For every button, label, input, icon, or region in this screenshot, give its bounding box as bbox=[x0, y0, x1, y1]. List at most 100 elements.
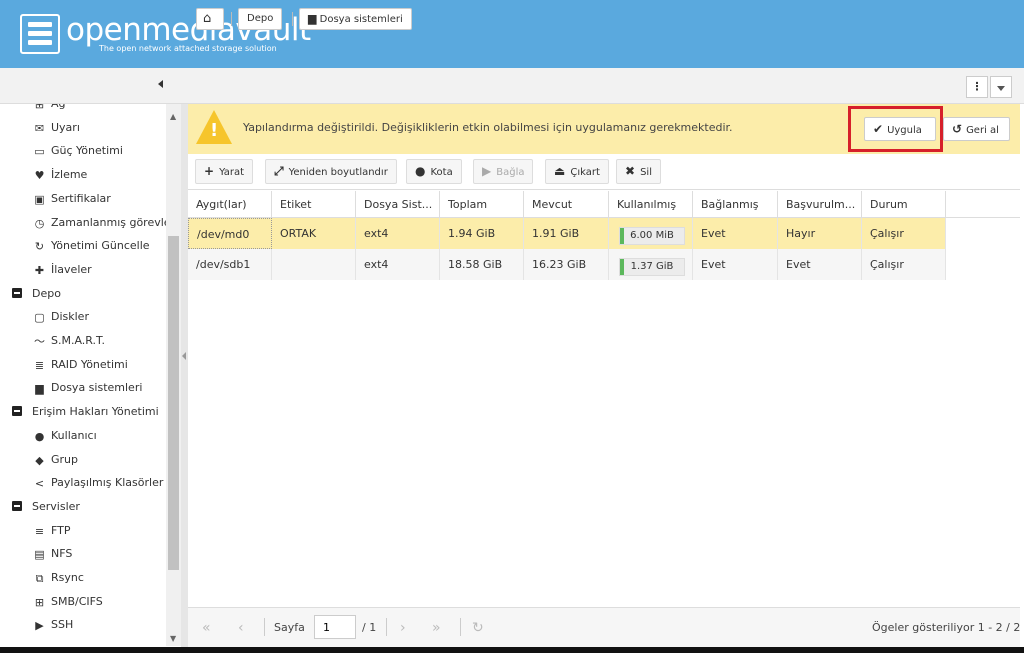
column-header-label[interactable]: Etiket bbox=[272, 191, 356, 218]
sidebar-item-label: Erişim Hakları Yönetimi bbox=[32, 405, 159, 419]
disk-icon: ▢ bbox=[34, 311, 45, 325]
sidebar-item[interactable]: ◆ Grup bbox=[33, 449, 78, 471]
last-page-icon[interactable]: » bbox=[432, 620, 441, 636]
sidebar-item[interactable]: ✚ İlaveler bbox=[33, 259, 92, 281]
minus-square-icon bbox=[12, 406, 22, 417]
page-number-input[interactable] bbox=[314, 615, 356, 639]
previous-page-icon[interactable]: ‹ bbox=[238, 620, 244, 636]
resize-label: Yeniden boyutlandır bbox=[288, 167, 388, 178]
sidebar-item[interactable]: ▆ Dosya sistemleri bbox=[33, 377, 142, 399]
certificate-icon: ▣ bbox=[34, 192, 45, 206]
column-header-total[interactable]: Toplam bbox=[440, 191, 524, 218]
dropdown-menu-button[interactable] bbox=[990, 76, 1012, 98]
splitter-collapse-icon[interactable] bbox=[182, 352, 186, 360]
create-button[interactable]: + Yarat bbox=[195, 159, 254, 184]
battery-icon: ▭ bbox=[34, 145, 45, 159]
times-icon: ✖ bbox=[625, 164, 636, 178]
sidebar-item[interactable]: Erişim Hakları Yönetimi bbox=[12, 401, 159, 423]
quota-button[interactable]: ● Kota bbox=[406, 159, 462, 184]
terminal-icon: ▶ bbox=[35, 619, 44, 633]
column-header-mounted[interactable]: Bağlanmış bbox=[693, 191, 778, 218]
cell-total: 18.58 GiB bbox=[440, 249, 524, 280]
sidebar-item[interactable]: ⊞ SMB/CIFS bbox=[33, 591, 103, 613]
minus-square-icon bbox=[12, 500, 22, 511]
quota-label: Kota bbox=[430, 167, 453, 178]
sidebar-item[interactable]: ● Kullanıcı bbox=[33, 425, 97, 447]
sidebar-item[interactable]: < Paylaşılmış Klasörler bbox=[33, 472, 163, 494]
next-page-icon[interactable]: › bbox=[400, 620, 406, 636]
refresh-icon[interactable]: ↻ bbox=[472, 620, 484, 636]
sidebar-item-label: Zamanlanmış görevler bbox=[51, 215, 168, 229]
database-icon: ≣ bbox=[34, 358, 45, 372]
delete-button[interactable]: ✖ Sil bbox=[616, 159, 661, 184]
usage-bar-fill bbox=[620, 228, 624, 244]
revert-label: Geri al bbox=[966, 125, 999, 136]
server-icon: ▤ bbox=[34, 548, 45, 562]
sidebar-scrollbar-thumb[interactable] bbox=[168, 236, 179, 570]
cell-total: 1.94 GiB bbox=[440, 218, 524, 249]
sidebar-item[interactable]: ⊞ Ağ bbox=[33, 104, 66, 115]
sidebar-item[interactable]: ▶ SSH bbox=[33, 614, 73, 636]
sidebar-item[interactable]: ↻ Yönetimi Güncelle bbox=[33, 235, 150, 257]
collapse-sidebar-icon[interactable] bbox=[158, 80, 163, 88]
logo-icon bbox=[20, 14, 60, 54]
sidebar-item[interactable]: 〜 S.M.A.R.T. bbox=[33, 330, 105, 352]
delete-label: Sil bbox=[640, 167, 652, 178]
sidebar-item[interactable]: ⧉ Rsync bbox=[33, 567, 84, 589]
undo-icon: ↺ bbox=[952, 122, 963, 136]
sidebar-item[interactable]: Servisler bbox=[12, 496, 80, 518]
scroll-down-icon[interactable]: ▼ bbox=[170, 634, 176, 643]
sidebar-item[interactable]: ✉ Uyarı bbox=[33, 117, 80, 139]
sidebar-item-label: FTP bbox=[51, 523, 71, 537]
sidebar-item[interactable]: ≡ FTP bbox=[33, 520, 71, 542]
cell-available: 1.91 GiB bbox=[524, 218, 609, 249]
column-header-referenced[interactable]: Başvurulm... bbox=[778, 191, 862, 218]
sidebar-item-label: Dosya sistemleri bbox=[51, 381, 143, 395]
sidebar-item-label: Paylaşılmış Klasörler bbox=[51, 476, 164, 490]
sidebar-item[interactable]: ◷ Zamanlanmış görevler bbox=[33, 212, 168, 234]
cell-filesystem: ext4 bbox=[356, 249, 440, 280]
sidebar-item[interactable]: ▭ Güç Yönetimi bbox=[33, 140, 123, 162]
navigation-tree: ⊞ Ağ ✉ Uyarı ▭ Güç Yönetimi ♥ İzleme ▣ Sertifikal… bbox=[0, 104, 168, 646]
home-button[interactable]: ⌂ bbox=[196, 8, 224, 30]
column-header-used[interactable]: Kullanılmış bbox=[609, 191, 693, 218]
sidebar-item[interactable]: ≣ RAID Yönetimi bbox=[33, 354, 128, 376]
sidebar-item-label: İzleme bbox=[51, 168, 88, 182]
usage-text: 6.00 MiB bbox=[630, 230, 674, 241]
sidebar-item[interactable]: ▣ Sertifikalar bbox=[33, 188, 111, 210]
mount-button[interactable]: ▶ Bağla bbox=[473, 159, 534, 184]
cell-referenced: Evet bbox=[778, 249, 862, 280]
clock-icon: ◷ bbox=[34, 216, 45, 230]
more-options-button[interactable]: ⋮ bbox=[966, 76, 988, 98]
create-label: Yarat bbox=[219, 167, 245, 178]
folder-icon: ▆ bbox=[308, 12, 317, 25]
sidebar-item-label: Uyarı bbox=[51, 120, 80, 134]
warning-mark: ! bbox=[210, 120, 219, 141]
resize-button[interactable]: ⤢ Yeniden boyutlandır bbox=[265, 159, 397, 184]
column-header-status[interactable]: Durum bbox=[862, 191, 946, 218]
sidebar-item[interactable]: ▢ Diskler bbox=[33, 306, 89, 328]
breadcrumb-item-filesystems[interactable]: ▆ Dosya sistemleri bbox=[299, 8, 412, 30]
sidebar-item-label: S.M.A.R.T. bbox=[51, 334, 105, 347]
breadcrumb-item-depo[interactable]: Depo bbox=[238, 8, 283, 30]
refresh-icon: ↻ bbox=[34, 240, 45, 254]
first-page-icon[interactable]: « bbox=[202, 620, 211, 636]
unmount-label: Çıkart bbox=[570, 167, 600, 178]
sidebar-item[interactable]: ♥ İzleme bbox=[33, 164, 88, 186]
sidebar-item[interactable]: ▤ NFS bbox=[33, 543, 72, 565]
panel-splitter[interactable] bbox=[181, 104, 188, 653]
navigation-sidebar: ⊞ Ağ ✉ Uyarı ▭ Güç Yönetimi ♥ İzleme ▣ Sertifikal… bbox=[0, 68, 188, 653]
users-icon: ● bbox=[415, 164, 426, 178]
scroll-up-icon[interactable]: ▲ bbox=[170, 112, 176, 121]
column-header-available[interactable]: Mevcut bbox=[524, 191, 609, 218]
revert-button[interactable]: ↺ Geri al bbox=[943, 117, 1010, 141]
cell-device: /dev/sdb1 bbox=[188, 249, 272, 280]
sidebar-item[interactable]: Depo bbox=[12, 283, 61, 305]
cell-mounted: Evet bbox=[693, 249, 778, 280]
network-icon: ⊞ bbox=[34, 104, 45, 111]
envelope-icon: ✉ bbox=[34, 121, 45, 135]
server-icon: ≡ bbox=[34, 524, 45, 538]
column-header-device[interactable]: Aygıt(lar) bbox=[188, 191, 272, 218]
unmount-button[interactable]: ⏏ Çıkart bbox=[545, 159, 609, 184]
column-header-filesystem[interactable]: Dosya Sist... bbox=[356, 191, 440, 218]
